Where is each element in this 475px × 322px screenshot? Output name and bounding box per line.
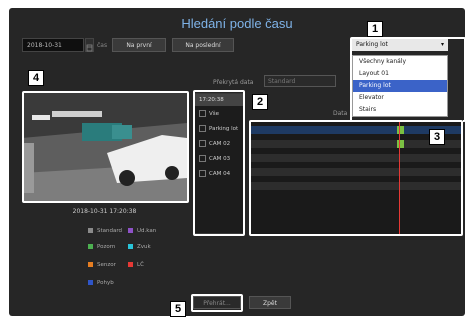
page-title: Hledání podle času — [181, 16, 293, 31]
legend-item: LČ — [128, 262, 144, 268]
callout-number-4: 4 — [28, 70, 44, 86]
callout-frame-4 — [22, 91, 189, 203]
overlap-select[interactable]: Standard — [264, 75, 336, 87]
callout-frame-2 — [193, 90, 245, 236]
legend-item: Senzor — [88, 262, 116, 268]
legend-swatch — [88, 228, 93, 233]
legend-item: Pohyb — [88, 280, 114, 286]
callout-number-1: 1 — [367, 21, 383, 37]
callout-number-3: 3 — [429, 129, 445, 145]
callout-number-5: 5 — [170, 301, 186, 317]
callout-frame-1 — [350, 37, 466, 122]
timestamp: 2018-10-31 17:20:38 — [72, 208, 137, 215]
last-button[interactable]: Na poslední — [172, 38, 234, 52]
overlap-label: Překrytá data — [213, 79, 254, 86]
legend-item: Ud.kan — [128, 228, 156, 234]
callout-number-2: 2 — [252, 94, 268, 110]
legend-item: Pozorn — [88, 244, 115, 250]
date-input[interactable]: 2018-10-31 — [22, 38, 84, 52]
date-unit-label: čas — [97, 42, 108, 49]
calendar-icon[interactable] — [85, 38, 94, 52]
first-button[interactable]: Na první — [112, 38, 166, 52]
back-button[interactable]: Zpět — [249, 296, 291, 309]
callout-frame-5 — [191, 294, 243, 312]
timeline-label: Data — [333, 110, 348, 117]
legend-item: Standard — [88, 228, 122, 234]
legend-item: Zvuk — [128, 244, 151, 250]
